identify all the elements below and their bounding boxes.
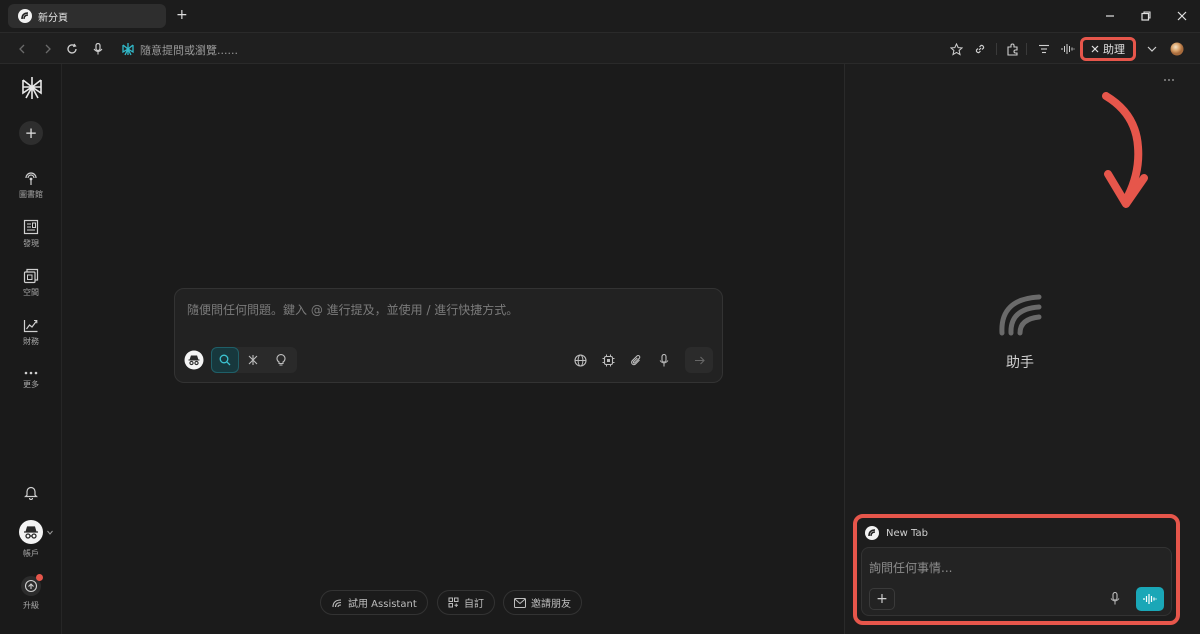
bookmark-star-icon[interactable] (948, 41, 964, 57)
annotation-arrow (1098, 92, 1154, 214)
submit-button[interactable] (685, 347, 713, 373)
sidebar-account[interactable]: 帳戶 (0, 519, 62, 559)
lightbulb-icon (276, 354, 286, 366)
research-icon (247, 354, 259, 366)
sidebar-item-spaces[interactable]: 空間 (0, 268, 62, 298)
finance-icon (23, 317, 39, 333)
assistant-input-box[interactable] (861, 547, 1172, 616)
arrow-right-icon (694, 356, 705, 365)
voice-wave-icon (1143, 593, 1157, 605)
assistant-microphone-icon[interactable] (1110, 592, 1120, 605)
sidebar-item-label: 更多 (23, 380, 39, 389)
perplexity-logo-icon (18, 9, 32, 23)
mail-icon (514, 597, 526, 608)
discover-icon (23, 219, 39, 235)
restore-icon[interactable] (1136, 6, 1156, 26)
sidebar-upgrade[interactable]: 升級 (0, 574, 62, 611)
sidebar-item-library[interactable]: 圖書館 (0, 170, 62, 200)
more-icon (23, 370, 39, 376)
customize-chip[interactable]: 自訂 (437, 590, 495, 615)
assistant-toggle-label: 助理 (1103, 43, 1125, 56)
chip-label: 邀請朋友 (531, 599, 571, 610)
close-icon (1091, 45, 1099, 53)
sidebar-item-label: 空間 (23, 288, 39, 297)
sidebar-item-label: 圖書館 (19, 190, 43, 199)
upgrade-icon (20, 574, 43, 597)
search-mode-group (211, 347, 297, 373)
browser-tab[interactable]: 新分頁 (8, 4, 166, 28)
microphone-icon[interactable] (90, 41, 106, 57)
chip-label: 試用 Assistant (348, 599, 417, 610)
incognito-mode-icon[interactable] (184, 350, 204, 370)
toolbar-divider (1026, 43, 1027, 55)
new-tab-plus-icon[interactable]: + (176, 7, 188, 23)
upgrade-badge (36, 574, 43, 581)
extensions-icon[interactable] (1004, 41, 1020, 57)
sidebar-item-discover[interactable]: 發現 (0, 219, 62, 249)
forward-icon[interactable] (40, 41, 56, 57)
try-assistant-chip[interactable]: 試用 Assistant (320, 590, 428, 615)
notifications-bell-icon[interactable] (24, 485, 38, 500)
incognito-avatar-icon (18, 519, 44, 545)
assistant-icon (331, 597, 343, 609)
search-mode-button[interactable] (211, 347, 239, 373)
dictation-microphone-icon[interactable] (655, 351, 673, 369)
address-bar-input[interactable]: 隨意提問或瀏覽...... (140, 42, 238, 58)
toolbar-divider (996, 43, 997, 55)
assistant-title: 助手 (1006, 355, 1034, 371)
browser-toolbar: 隨意提問或瀏覽...... 助理 (0, 32, 1200, 64)
account-chevron-icon[interactable] (47, 530, 53, 535)
search-composer[interactable]: 隨便問任何問題。鍵入 @ 進行提及，並使用 / 進行快捷方式。 (174, 288, 723, 383)
link-icon[interactable] (972, 41, 988, 57)
tab-context-label: New Tab (886, 528, 928, 539)
model-chip-icon[interactable] (599, 351, 617, 369)
chevron-down-icon[interactable] (1144, 41, 1160, 57)
invite-friends-chip[interactable]: 邀請朋友 (503, 590, 582, 615)
attach-plus-button[interactable]: + (869, 588, 895, 610)
sidebar-item-finance[interactable]: 財務 (0, 317, 62, 347)
tab-title: 新分頁 (38, 12, 68, 24)
title-bar: 新分頁 + (0, 0, 1200, 32)
composer-input[interactable]: 隨便問任何問題。鍵入 @ 進行提及，並使用 / 進行快捷方式。 (187, 301, 518, 318)
assistant-input[interactable]: 詢問任何事情... (869, 559, 952, 576)
assistant-logo-icon (997, 291, 1043, 337)
chip-label: 自訂 (464, 599, 484, 610)
sidebar-item-label: 發現 (23, 239, 39, 248)
sidebar-item-more[interactable]: 更多 (0, 370, 62, 390)
voice-mode-button[interactable] (1136, 587, 1164, 611)
research-mode-button[interactable] (239, 347, 267, 373)
close-window-icon[interactable] (1172, 6, 1192, 26)
voice-wave-icon[interactable] (1060, 41, 1076, 57)
library-icon (23, 170, 39, 186)
perplexity-address-icon (120, 41, 136, 57)
back-icon[interactable] (14, 41, 30, 57)
spaces-icon (23, 268, 39, 284)
profile-avatar-icon[interactable] (1169, 41, 1185, 57)
sidebar-item-label: 財務 (23, 337, 39, 346)
attach-paperclip-icon[interactable] (627, 351, 645, 369)
search-icon (219, 354, 231, 366)
globe-icon[interactable] (571, 351, 589, 369)
upgrade-label: 升級 (23, 601, 39, 610)
new-thread-plus-icon[interactable]: + (19, 121, 43, 145)
tab-context-icon (865, 526, 879, 540)
labs-mode-button[interactable] (267, 347, 295, 373)
minimize-icon[interactable] (1100, 6, 1120, 26)
perplexity-brand-logo[interactable] (20, 76, 44, 100)
reload-icon[interactable] (64, 41, 80, 57)
account-label: 帳戶 (23, 549, 39, 558)
panel-more-icon[interactable] (1163, 78, 1175, 82)
assistant-toggle-button[interactable]: 助理 (1080, 37, 1136, 61)
left-sidebar: + 圖書館 發現 空間 財務 更多 帳戶 升級 (0, 64, 62, 634)
reader-list-icon[interactable] (1036, 41, 1052, 57)
customize-icon (448, 597, 459, 608)
